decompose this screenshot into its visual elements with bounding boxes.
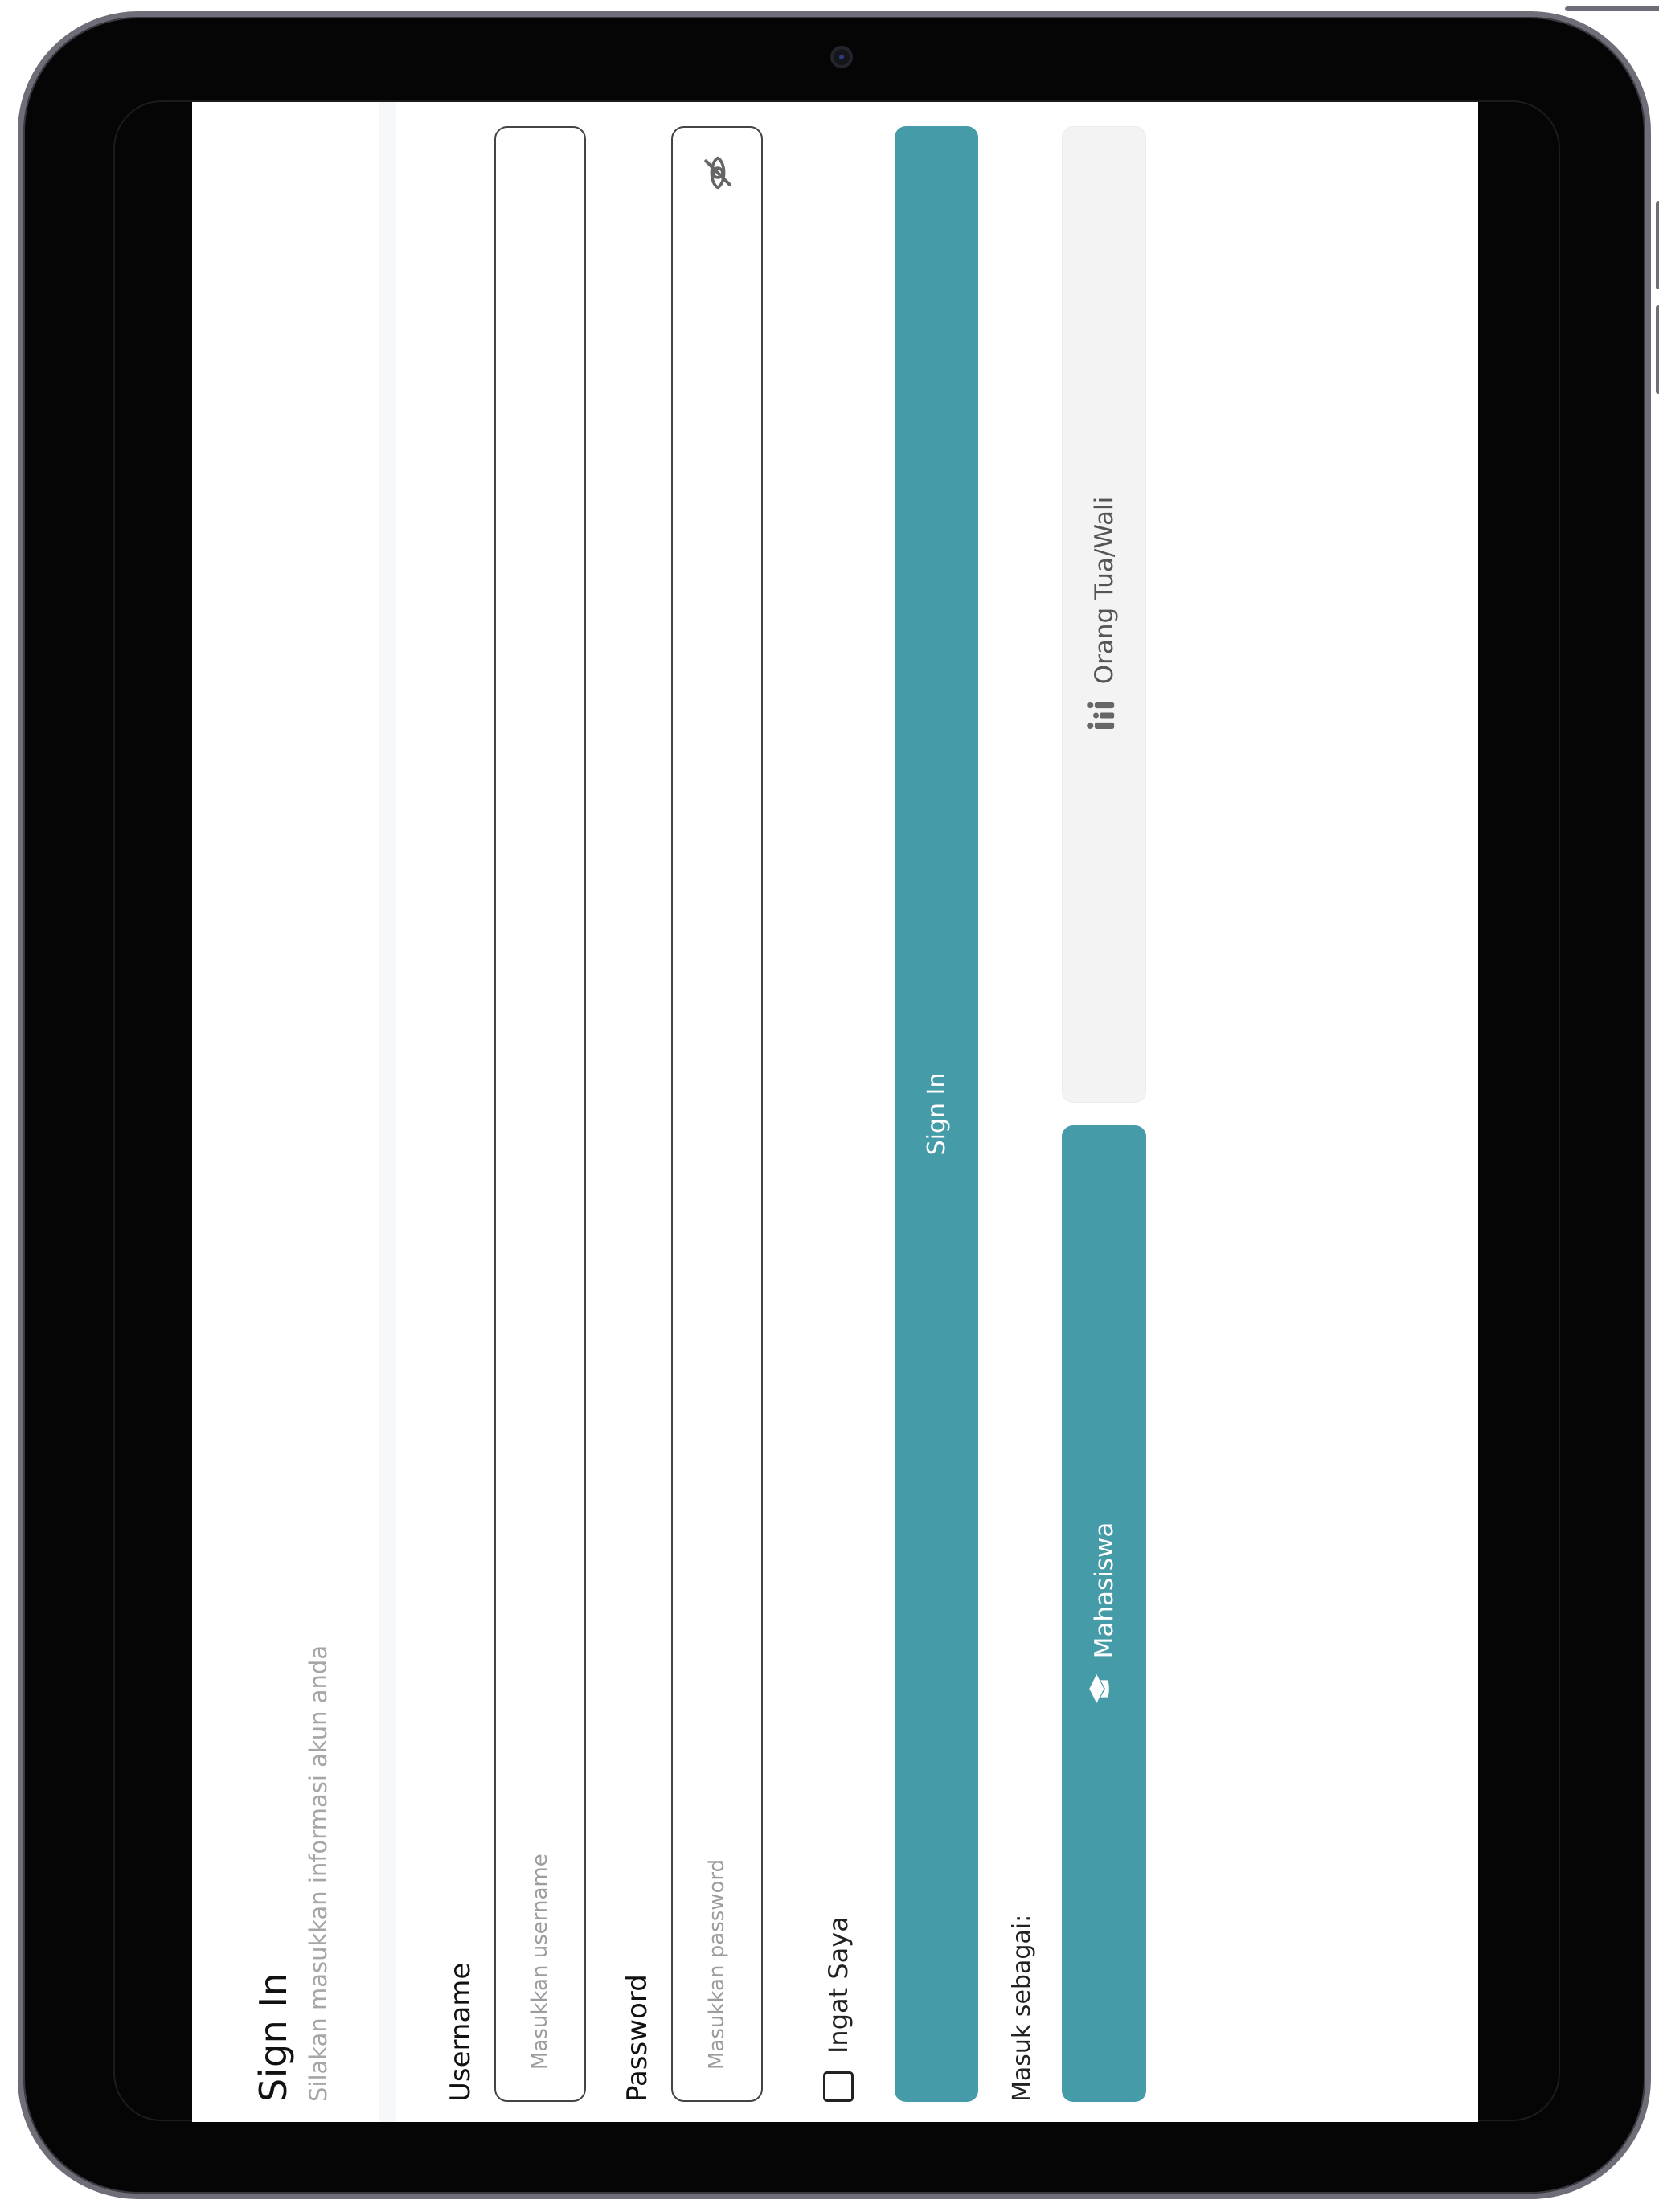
eye-off-icon[interactable] — [700, 155, 735, 190]
header-divider — [379, 102, 396, 2122]
password-label: Password — [621, 1974, 653, 2102]
page-subtitle: Silakan masukkan informasi akun anda — [305, 1645, 332, 2102]
username-label: Username — [444, 1962, 477, 2102]
password-field-wrapper — [671, 126, 763, 2102]
role-parent-button[interactable]: Orang Tua/Wali — [1062, 126, 1146, 1103]
username-field-wrapper — [494, 126, 586, 2102]
family-icon — [1085, 698, 1124, 732]
remember-me-row[interactable]: Ingat Saya — [823, 1916, 854, 2102]
top-power-button — [1565, 6, 1659, 11]
volume-down-button — [1656, 305, 1659, 394]
username-input[interactable] — [527, 128, 553, 2071]
sign-in-page: Sign In Silakan masukkan informasi akun … — [192, 102, 1478, 2122]
remember-me-label: Ingat Saya — [823, 1916, 854, 2054]
role-student-button[interactable]: Mahasiswa — [1062, 1125, 1146, 2102]
role-prompt: Masuk sebagai: — [1008, 1914, 1036, 2102]
device-screen: Sign In Silakan masukkan informasi akun … — [192, 102, 1478, 2122]
page-title: Sign In — [252, 1972, 295, 2102]
sign-in-button[interactable]: Sign In — [895, 126, 978, 2102]
front-camera — [830, 46, 853, 68]
password-input[interactable] — [704, 128, 730, 2071]
role-parent-label: Orang Tua/Wali — [1089, 496, 1119, 685]
graduation-cap-icon — [1087, 1673, 1122, 1705]
sign-in-button-label: Sign In — [922, 1072, 951, 1156]
remember-me-checkbox[interactable] — [823, 2071, 854, 2102]
volume-up-button — [1656, 201, 1659, 289]
role-student-label: Mahasiswa — [1089, 1522, 1119, 1659]
